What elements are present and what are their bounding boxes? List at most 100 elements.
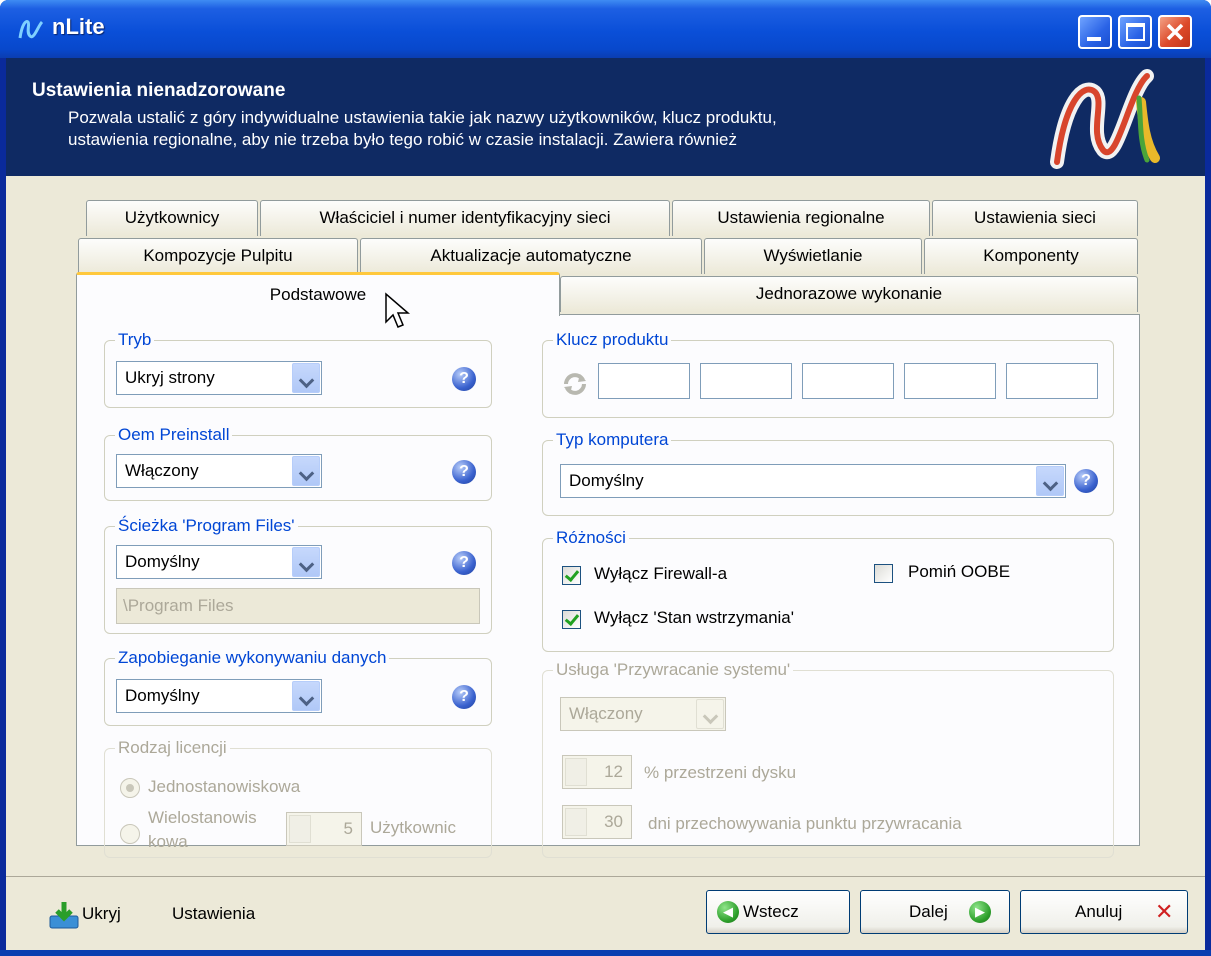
chevron-down-icon[interactable] [1036,466,1064,496]
computer-type-help-icon[interactable]: ? [1074,469,1098,493]
product-key-field-2[interactable] [700,363,792,399]
program-files-help-icon[interactable]: ? [452,551,476,575]
cancel-button[interactable]: Anuluj ✕ [1020,890,1188,934]
license-users-spinner: 5 [286,812,362,846]
tab-kompozycje-pulpitu[interactable]: Kompozycje Pulpitu [78,238,358,274]
nlite-window: nLite Ustawienia nienadzorowane Pozwala … [0,0,1211,956]
tryb-legend: Tryb [118,330,152,349]
dep-legend: Zapobieganie wykonywaniu danych [118,648,387,667]
chevron-down-icon[interactable] [292,456,320,486]
misc-legend: Różności [556,528,626,547]
oem-preinstall-help-icon[interactable]: ? [452,460,476,484]
back-arrow-icon: ◀ [717,901,739,923]
minimize-button[interactable] [1078,15,1112,49]
chevron-down-icon [696,699,724,729]
tryb-help-icon[interactable]: ? [452,367,476,391]
computer-type-legend: Typ komputera [556,430,669,449]
nlite-logo-icon [1050,69,1160,169]
license-single-label: Jednostanowiskowa [148,777,301,796]
tab-aktualizacje-automatyczne[interactable]: Aktualizacje automatyczne [360,238,702,274]
hide-download-icon[interactable] [48,900,80,930]
mouse-cursor-icon [385,292,411,328]
license-single-radio [120,778,140,798]
dep-value: Domyślny [125,686,200,705]
spinner-arrows-icon [565,808,587,836]
license-multi-label-cont: kowa [148,832,188,851]
product-key-field-3[interactable] [802,363,894,399]
title-bar[interactable]: nLite [0,0,1211,58]
product-key-legend: Klucz produktu [556,330,669,349]
maximize-icon [1126,23,1145,41]
tab-komponenty[interactable]: Komponenty [924,238,1138,274]
product-key-field-4[interactable] [904,363,996,399]
computer-type-select[interactable]: Domyślny [560,464,1066,498]
oem-preinstall-value: Włączony [125,461,199,480]
chevron-down-icon[interactable] [292,681,320,711]
maximize-button[interactable] [1118,15,1152,49]
firewall-checkbox[interactable] [562,566,581,585]
tab-uzytkownicy[interactable]: Użytkownicy [86,200,258,236]
nlite-app-icon [18,20,44,39]
hibernate-checkbox[interactable] [562,610,581,629]
oem-preinstall-legend: Oem Preinstall [118,425,230,444]
refresh-icon[interactable] [560,369,590,399]
hide-button[interactable]: Ukryj [82,904,121,924]
hibernate-label[interactable]: Wyłącz 'Stan wstrzymania' [594,608,794,628]
program-files-path-field: \Program Files [116,588,480,624]
license-multi-label: Wielostanowis [148,808,257,827]
license-multi-radio [120,824,140,844]
restore-days-label: dni przechowywania punktu przywracania [648,814,962,833]
disk-space-label: % przestrzeni dysku [644,763,797,782]
program-files-legend: Ścieżka 'Program Files' [118,516,295,535]
chevron-down-icon[interactable] [292,547,320,577]
license-users-value: 5 [343,819,353,838]
tab-ustawienia-regionalne[interactable]: Ustawienia regionalne [672,200,930,236]
next-button[interactable]: Dalej ▶ [860,890,1010,934]
header-banner: Ustawienia nienadzorowane Pozwala ustali… [6,58,1205,176]
settings-button[interactable]: Ustawienia [172,904,255,924]
back-button-label: Wstecz [743,902,799,921]
disk-space-value: 12 [604,762,623,781]
dep-help-icon[interactable]: ? [452,685,476,709]
restore-days-value: 30 [604,812,623,831]
page-description: Pozwala ustalić z góry indywidualne usta… [68,107,968,151]
close-icon [1166,23,1184,41]
cancel-x-icon: ✕ [1155,899,1174,924]
skip-oobe-label[interactable]: Pomiń OOBE [908,562,1010,582]
close-button[interactable] [1158,15,1192,49]
skip-oobe-checkbox[interactable] [874,564,893,583]
disk-space-spinner: 12 [562,755,632,789]
product-key-field-1[interactable] [598,363,690,399]
page-title: Ustawienia nienadzorowane [32,80,286,101]
tab-wyswietlanie[interactable]: Wyświetlanie [704,238,922,274]
spinner-arrows-icon [289,815,311,843]
license-users-label: Użytkownic [370,818,456,837]
tryb-value: Ukryj strony [125,368,215,387]
computer-type-value: Domyślny [569,471,644,490]
window-bottom-border [0,950,1211,956]
program-files-select[interactable]: Domyślny [116,545,322,579]
tab-jednorazowe-wykonanie[interactable]: Jednorazowe wykonanie [560,276,1138,312]
tab-wlasciciel[interactable]: Właściciel i numer identyfikacyjny sieci [260,200,670,236]
chevron-down-icon[interactable] [292,363,320,393]
next-arrow-icon: ▶ [969,901,991,923]
description-line-2: ustawienia regionalne, aby nie trzeba by… [68,130,738,149]
tab-ustawienia-sieci[interactable]: Ustawienia sieci [932,200,1138,236]
license-legend: Rodzaj licencji [118,738,227,757]
back-button[interactable]: ◀ Wstecz [706,890,850,934]
window-title: nLite [52,14,105,39]
product-key-field-5[interactable] [1006,363,1098,399]
oem-preinstall-select[interactable]: Włączony [116,454,322,488]
firewall-label[interactable]: Wyłącz Firewall-a [594,564,727,584]
tab-podstawowe[interactable]: Podstawowe [76,272,560,316]
description-line-1: Pozwala ustalić z góry indywidualne usta… [68,108,777,127]
tryb-select[interactable]: Ukryj strony [116,361,322,395]
system-restore-select: Włączony [560,697,726,731]
program-files-value: Domyślny [125,552,200,571]
restore-days-spinner: 30 [562,805,632,839]
cancel-button-label: Anuluj [1075,902,1123,921]
minimize-icon [1087,37,1101,41]
spinner-arrows-icon [565,758,587,786]
dep-select[interactable]: Domyślny [116,679,322,713]
system-restore-value: Włączony [569,704,643,723]
